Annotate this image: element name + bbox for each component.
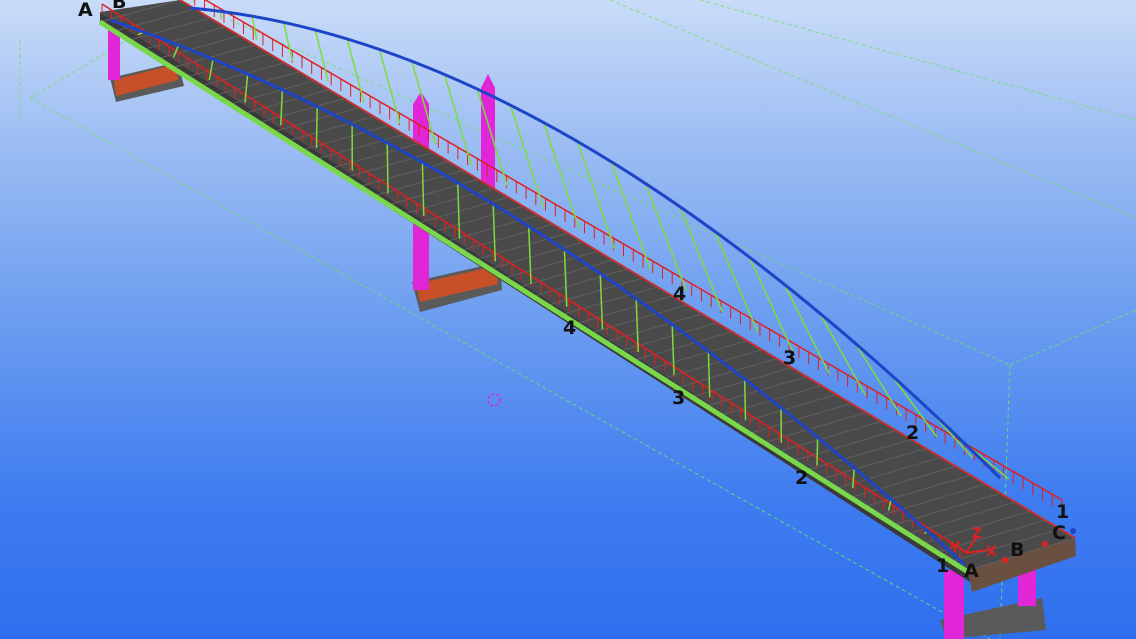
grid-label-left-4: 4 [563, 317, 576, 339]
hanger-cable [816, 437, 819, 466]
hanger-cable [315, 106, 318, 149]
hanger-cable [346, 38, 365, 103]
grid-label-right-2: 2 [906, 422, 919, 444]
grid-label-bottom-1-left: 1 [936, 555, 949, 577]
hanger-cable [644, 183, 688, 291]
hanger-cable [819, 312, 867, 396]
grid-label-bottom-b: B [1010, 539, 1024, 561]
grid-label-left-3: 3 [672, 387, 685, 409]
axis-y-label: Y [949, 540, 961, 556]
grid-label-right-4: 4 [673, 283, 686, 305]
grid-label-top-b: B [112, 0, 126, 13]
3d-model-viewport[interactable]: A B 4 3 2 4 3 2 1 C B 1 A Z Y X [0, 0, 1136, 639]
grid-label-bottom-1-right: 1 [1056, 501, 1069, 523]
bridge-model-scene[interactable]: A B 4 3 2 4 3 2 1 C B 1 A Z Y X [0, 0, 1136, 639]
grid-label-bottom-c: C [1052, 522, 1066, 544]
axis-x-label: X [986, 544, 997, 560]
hanger-cable [748, 256, 795, 354]
axis-z-label: Z [972, 526, 982, 542]
grid-label-bottom-a: A [964, 560, 979, 582]
hanger-cable [282, 22, 294, 61]
hanger-cable [743, 379, 747, 421]
grid-label-left-2: 2 [795, 467, 808, 489]
grid-label-top-a: A [78, 0, 93, 21]
hanger-cable [576, 141, 616, 250]
grid-label-right-3: 3 [783, 347, 796, 369]
hanger-cable [610, 161, 652, 271]
hanger-cable [386, 142, 389, 194]
rotation-center-icon[interactable] [487, 393, 501, 407]
